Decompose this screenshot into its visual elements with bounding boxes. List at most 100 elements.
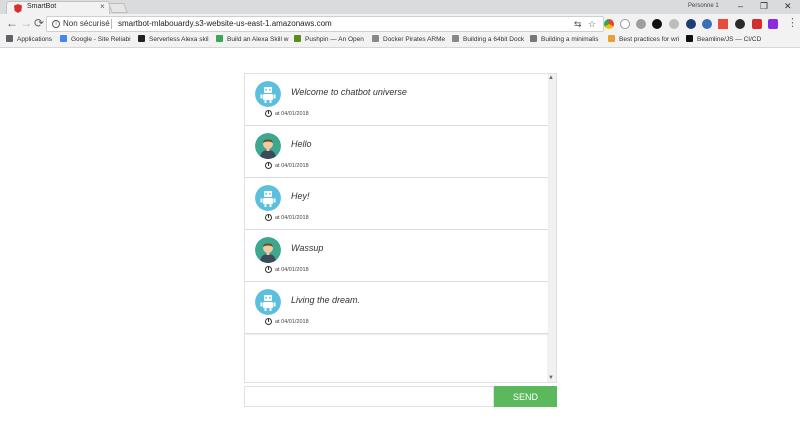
timestamp-text: at 04/01/2018 bbox=[275, 319, 309, 325]
bookmark-star-icon[interactable]: ☆ bbox=[588, 19, 596, 30]
google-icon bbox=[60, 35, 67, 42]
message-timestamp: at 04/01/2018 bbox=[265, 214, 309, 221]
bookmark-label: Applications bbox=[17, 36, 53, 43]
message-text: Living the dream. bbox=[291, 295, 361, 305]
bookmark-label: Google - Site Reliabi bbox=[71, 36, 131, 43]
angular-favicon-icon bbox=[14, 4, 22, 13]
browser-menu-icon[interactable]: ⋮ bbox=[787, 16, 798, 29]
bookmark-item[interactable]: Beamline/JS — CI/CD bbox=[686, 35, 761, 47]
bookmark-label: Docker Pirates ARMe bbox=[383, 36, 446, 43]
profile-name[interactable]: Personne 1 bbox=[688, 3, 719, 9]
extension-icon[interactable] bbox=[702, 19, 712, 29]
timestamp-text: at 04/01/2018 bbox=[275, 111, 309, 117]
clock-icon bbox=[265, 162, 272, 169]
timestamp-text: at 04/01/2018 bbox=[275, 215, 309, 221]
timestamp-text: at 04/01/2018 bbox=[275, 163, 309, 169]
message-timestamp: at 04/01/2018 bbox=[265, 110, 309, 117]
clock-icon bbox=[265, 110, 272, 117]
heart-icon bbox=[138, 35, 145, 42]
bookmark-item[interactable]: Google - Site Reliabi bbox=[60, 35, 131, 47]
address-bar[interactable]: i Non sécurisé smartbot-mlabouardy.s3-we… bbox=[46, 16, 604, 32]
scroll-up-icon[interactable]: ▲ bbox=[548, 75, 554, 81]
message-text: Hello bbox=[291, 139, 312, 149]
bookmark-item[interactable]: Pushpin — An Open bbox=[294, 35, 364, 47]
bookmark-label: Serverless Alexa skil bbox=[149, 36, 209, 43]
close-window-icon[interactable]: ✕ bbox=[784, 1, 792, 12]
back-icon[interactable]: ← bbox=[6, 16, 18, 30]
page-icon bbox=[372, 35, 379, 42]
bot-avatar-icon bbox=[255, 289, 281, 315]
extension-icon[interactable] bbox=[735, 19, 745, 29]
bookmark-item[interactable]: Build an Alexa Skill w bbox=[216, 35, 288, 47]
extension-icon[interactable] bbox=[718, 19, 728, 29]
extension-icon[interactable] bbox=[669, 19, 679, 29]
message-text: Hey! bbox=[291, 191, 310, 201]
message-text: Welcome to chatbot universe bbox=[291, 87, 407, 97]
url-text[interactable]: smartbot-mlabouardy.s3-website-us-east-1… bbox=[118, 19, 332, 28]
bookmark-item[interactable]: Serverless Alexa skil bbox=[138, 35, 209, 47]
forward-icon[interactable]: → bbox=[20, 16, 32, 30]
restore-icon[interactable]: ❐ bbox=[760, 1, 768, 12]
chat-message-bot: Living the dream. at 04/01/2018 bbox=[245, 282, 548, 334]
bookmark-item[interactable]: Docker Pirates ARMe bbox=[372, 35, 445, 47]
tab-strip: SmartBot × Personne 1 – ❐ ✕ bbox=[0, 0, 800, 14]
bot-avatar-icon bbox=[255, 185, 281, 211]
medium-icon bbox=[686, 35, 693, 42]
bookmarks-bar: Applications Google - Site Reliabi Serverl… bbox=[0, 34, 800, 48]
browser-toolbar: ← → ⟳ i Non sécurisé smartbot-mlabouardy… bbox=[0, 14, 800, 34]
extension-icon[interactable] bbox=[768, 19, 778, 29]
chat-message-bot: Hey! at 04/01/2018 bbox=[245, 178, 548, 230]
extension-icon[interactable] bbox=[652, 19, 662, 29]
timestamp-text: at 04/01/2018 bbox=[275, 267, 309, 273]
color-picker-extension-icon[interactable] bbox=[604, 19, 614, 29]
user-avatar-icon bbox=[255, 133, 281, 159]
new-tab-button[interactable] bbox=[108, 3, 128, 13]
clock-icon bbox=[265, 266, 272, 273]
clock-icon bbox=[265, 318, 272, 325]
bookmark-item[interactable]: Applications bbox=[6, 35, 52, 47]
bookmark-label: Pushpin — An Open bbox=[305, 36, 364, 43]
bot-avatar-icon bbox=[255, 81, 281, 107]
chat-panel: ▲ ▼ Welcome to chatbot universe at 04/01/… bbox=[244, 73, 557, 383]
scroll-down-icon[interactable]: ▼ bbox=[548, 375, 554, 381]
message-timestamp: at 04/01/2018 bbox=[265, 266, 309, 273]
bookmark-item[interactable]: Best practices for wri bbox=[608, 35, 679, 47]
bookmark-label: Building a minimalis bbox=[541, 36, 599, 43]
user-avatar-icon bbox=[255, 237, 281, 263]
chat-message-user: Wassup at 04/01/2018 bbox=[245, 230, 548, 282]
bookmark-label: Best practices for wri bbox=[619, 36, 680, 43]
message-timestamp: at 04/01/2018 bbox=[265, 318, 309, 325]
message-timestamp: at 04/01/2018 bbox=[265, 162, 309, 169]
extension-icon[interactable] bbox=[620, 19, 630, 29]
tab-title: SmartBot bbox=[27, 3, 57, 10]
bookmark-label: Building a 64bit Dock bbox=[463, 36, 525, 43]
omnibox-divider bbox=[111, 19, 112, 29]
extension-icon[interactable] bbox=[686, 19, 696, 29]
pushpin-icon bbox=[294, 35, 301, 42]
extension-icon[interactable] bbox=[636, 19, 646, 29]
minimize-icon[interactable]: – bbox=[738, 1, 743, 11]
apps-grid-icon bbox=[6, 35, 13, 42]
tab-close-icon[interactable]: × bbox=[100, 2, 105, 11]
bookmark-label: Build an Alexa Skill w bbox=[227, 36, 289, 43]
reload-icon[interactable]: ⟳ bbox=[34, 16, 44, 30]
info-icon[interactable]: i bbox=[52, 20, 60, 28]
bookmark-item[interactable]: Building a minimalis bbox=[530, 35, 598, 47]
chat-message-bot: Welcome to chatbot universe at 04/01/2018 bbox=[245, 74, 548, 126]
page-icon bbox=[452, 35, 459, 42]
translate-icon[interactable]: ⇆ bbox=[574, 19, 582, 30]
tab-smartbot[interactable]: SmartBot × bbox=[6, 1, 110, 14]
chat-message-user: Hello at 04/01/2018 bbox=[245, 126, 548, 178]
scrollbar[interactable]: ▲ ▼ bbox=[547, 74, 556, 382]
clock-icon bbox=[265, 214, 272, 221]
bookmark-label: Beamline/JS — CI/CD bbox=[697, 36, 762, 43]
message-composer: SEND bbox=[244, 386, 557, 407]
message-text: Wassup bbox=[291, 243, 324, 253]
extension-icon[interactable] bbox=[752, 19, 762, 29]
security-label[interactable]: Non sécurisé bbox=[63, 19, 110, 28]
leaf-icon bbox=[216, 35, 223, 42]
bookmark-item[interactable]: Building a 64bit Dock bbox=[452, 35, 524, 47]
message-input[interactable] bbox=[244, 386, 494, 407]
send-button[interactable]: SEND bbox=[494, 386, 557, 407]
flower-icon bbox=[608, 35, 615, 42]
